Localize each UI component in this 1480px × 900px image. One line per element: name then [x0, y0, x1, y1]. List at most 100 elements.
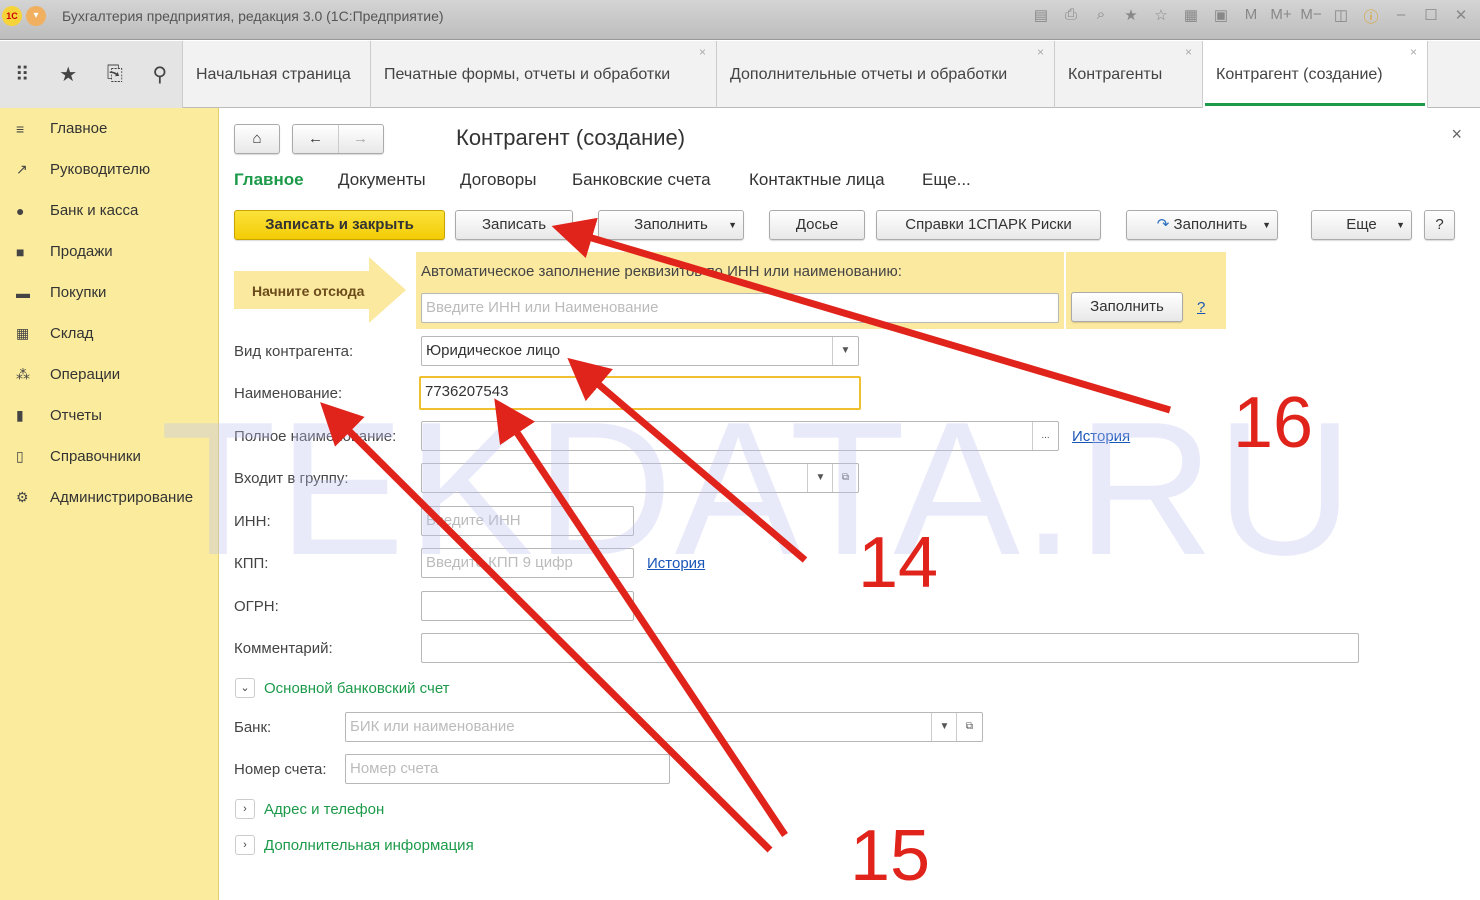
menu-icon: ≡ — [16, 120, 25, 137]
open-icon[interactable]: ⧉ — [832, 464, 858, 492]
bag-icon: ■ — [16, 243, 25, 260]
fullname-input[interactable]: ... — [421, 421, 1059, 451]
calendar-icon[interactable]: ▣ — [1210, 6, 1232, 27]
name-input[interactable]: 7736207543 — [419, 376, 861, 410]
memory-icon[interactable]: M — [1240, 6, 1262, 27]
favorite-icon[interactable]: ☆ — [1150, 6, 1172, 27]
chevron-down-icon[interactable]: ▼ — [931, 713, 957, 741]
spark-button[interactable]: Справки 1СПАРК Риски — [876, 210, 1101, 240]
tab-contacts[interactable]: Контактные лица — [749, 170, 885, 190]
sidebar-item-reports[interactable]: ▮ Отчеты — [0, 395, 218, 436]
kind-label: Вид контрагента: — [234, 343, 354, 360]
info-icon[interactable]: ⓘ — [1360, 6, 1382, 27]
tab-main[interactable]: Главное — [234, 170, 304, 190]
panels-icon[interactable]: ◫ — [1330, 6, 1352, 27]
chevron-right-icon: › — [235, 799, 255, 819]
comment-input[interactable] — [421, 633, 1359, 663]
favorite-add-icon[interactable]: ★ — [1120, 6, 1142, 27]
account-input[interactable]: Номер счета — [345, 754, 670, 784]
account-label: Номер счета: — [234, 761, 327, 778]
bank-section-toggle[interactable]: ⌄ Основной банковский счет — [235, 678, 450, 698]
sidebar-item-main[interactable]: ≡ Главное — [0, 108, 218, 149]
tab-close-icon[interactable]: × — [1185, 19, 1192, 86]
back-icon[interactable]: ← — [294, 125, 339, 153]
sidebar-item-sales[interactable]: ■ Продажи — [0, 231, 218, 272]
forward-icon[interactable]: → — [339, 125, 383, 153]
sidebar-item-purchases[interactable]: ▬ Покупки — [0, 272, 218, 313]
close-icon[interactable]: ✕ — [1450, 6, 1472, 27]
chevron-down-icon: ▼ — [1396, 220, 1405, 230]
tab-close-icon[interactable]: × — [1037, 19, 1044, 86]
more-button[interactable]: Еще ▼ — [1311, 210, 1412, 240]
tab-close-icon[interactable]: × — [1410, 19, 1417, 86]
address-section-toggle[interactable]: › Адрес и телефон — [235, 799, 384, 819]
save-button[interactable]: Записать — [455, 210, 573, 240]
fullname-label: Полное наименование: — [234, 428, 397, 445]
sidebar-item-warehouse[interactable]: ▦ Склад — [0, 313, 218, 354]
sidebar-item-label: Главное — [50, 120, 108, 137]
trend-icon: ↗ — [16, 161, 28, 177]
search-icon[interactable]: ⚲ — [153, 62, 168, 87]
tab-counterparties[interactable]: Контрагенты × — [1055, 41, 1203, 108]
print-icon[interactable]: ⎙ — [1060, 6, 1082, 27]
tab-counterparty-create[interactable]: Контрагент (создание) × — [1203, 41, 1428, 108]
book-icon: ▯ — [16, 448, 24, 464]
sidebar-item-catalogs[interactable]: ▯ Справочники — [0, 436, 218, 477]
help-button[interactable]: ? — [1424, 210, 1455, 240]
fill-dropdown-button[interactable]: Заполнить ▼ — [598, 210, 744, 240]
fullname-select-button[interactable]: ... — [1032, 422, 1058, 450]
star-icon[interactable]: ★ — [59, 62, 77, 87]
preview-icon[interactable]: ⌕ — [1090, 6, 1112, 27]
tab-documents[interactable]: Документы — [338, 170, 426, 190]
tab-label: Дополнительные отчеты и обработки — [730, 66, 1008, 83]
memory-plus-icon[interactable]: M+ — [1270, 6, 1292, 27]
group-input[interactable]: ▼ ⧉ — [421, 463, 859, 493]
tab-label: Печатные формы, отчеты и обработки — [384, 66, 671, 83]
tab-home[interactable]: Начальная страница — [183, 41, 371, 108]
kind-select[interactable]: Юридическое лицо ▼ — [421, 336, 859, 366]
chevron-down-icon[interactable]: ▼ — [807, 464, 833, 492]
autofill-input[interactable]: Введите ИНН или Наименование — [421, 293, 1059, 323]
tab-additional-reports[interactable]: Дополнительные отчеты и обработки × — [717, 41, 1055, 108]
tab-bar: ⠿ ★ ⎘ ⚲ Начальная страница Печатные форм… — [0, 41, 1480, 108]
tab-print-forms[interactable]: Печатные формы, отчеты и обработки × — [371, 41, 717, 108]
tab-more[interactable]: Еще... — [922, 170, 971, 190]
apps-grid-icon[interactable]: ⠿ — [15, 62, 30, 87]
bank-input[interactable]: БИК или наименование ▼ ⧉ — [345, 712, 983, 742]
tab-bank-accounts[interactable]: Банковские счета — [572, 170, 711, 190]
sidebar-item-label: Справочники — [50, 448, 141, 465]
chart-icon: ▮ — [16, 407, 24, 423]
fill2-dropdown-button[interactable]: ↷ Заполнить ▼ — [1126, 210, 1278, 240]
kind-value: Юридическое лицо — [426, 342, 561, 359]
title-bar: 1С ▾ Бухгалтерия предприятия, редакция 3… — [0, 0, 1480, 40]
autofill-help-link[interactable]: ? — [1197, 299, 1205, 316]
save-and-close-button[interactable]: Записать и закрыть — [234, 210, 445, 240]
sidebar-item-operations[interactable]: ⁂ Операции — [0, 354, 218, 395]
maximize-icon[interactable]: ☐ — [1420, 6, 1442, 27]
chevron-down-icon[interactable]: ▼ — [832, 337, 858, 365]
chevron-down-icon: ▼ — [728, 220, 737, 230]
additional-section-toggle[interactable]: › Дополнительная информация — [235, 835, 474, 855]
dossier-button[interactable]: Досье — [769, 210, 865, 240]
kpp-history-link[interactable]: История — [647, 555, 705, 572]
open-icon[interactable]: ⧉ — [956, 713, 982, 741]
kpp-input[interactable]: Введите КПП 9 цифр — [421, 548, 634, 578]
minimize-icon[interactable]: – — [1390, 6, 1412, 27]
fullname-history-link[interactable]: История — [1072, 428, 1130, 445]
ogrn-input[interactable] — [421, 591, 634, 621]
tab-contracts[interactable]: Договоры — [460, 170, 536, 190]
more-label: Еще — [1346, 216, 1377, 233]
home-button[interactable]: ⌂ — [234, 124, 280, 154]
sidebar-item-bank[interactable]: ● Банк и касса — [0, 190, 218, 231]
main-menu-button[interactable]: ▾ — [26, 6, 46, 26]
memory-minus-icon[interactable]: M− — [1300, 6, 1322, 27]
inn-input[interactable]: Введите ИНН — [421, 506, 634, 536]
form-close-icon[interactable]: × — [1451, 124, 1462, 145]
sidebar-item-admin[interactable]: ⚙ Администрирование — [0, 477, 218, 518]
autofill-button[interactable]: Заполнить — [1071, 292, 1183, 322]
placeholder: Номер счета — [350, 760, 439, 777]
sidebar-item-manager[interactable]: ↗ Руководителю — [0, 149, 218, 190]
tab-close-icon[interactable]: × — [699, 19, 706, 86]
coin-icon: ● — [16, 202, 25, 219]
history-icon[interactable]: ⎘ — [107, 63, 123, 86]
